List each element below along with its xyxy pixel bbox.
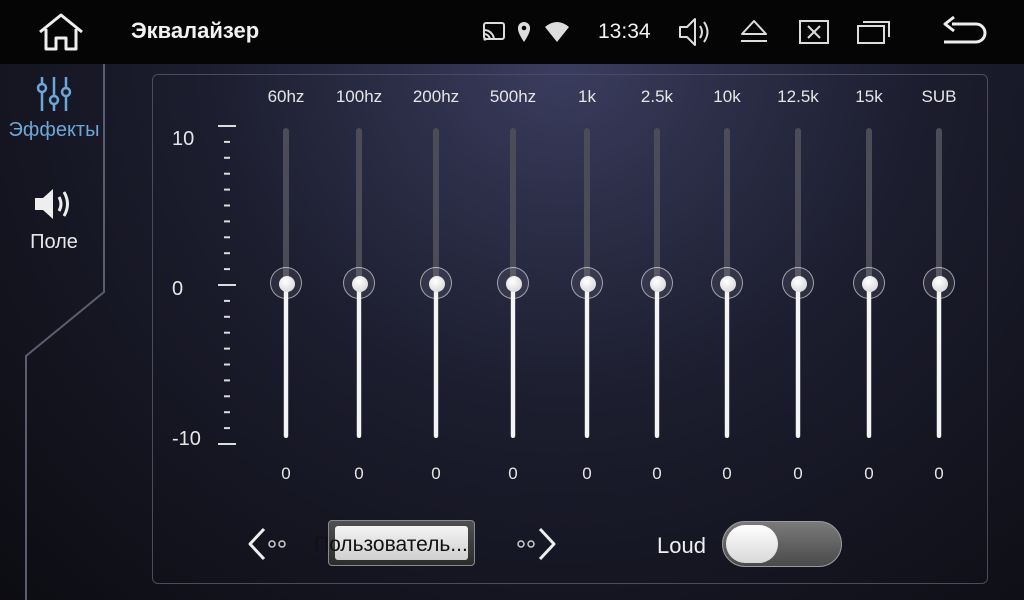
band-label: 60hz <box>267 87 305 106</box>
home-icon[interactable] <box>36 12 86 52</box>
preset-label: Пользователь... <box>314 533 468 556</box>
recent-apps-icon[interactable] <box>855 14 893 50</box>
band-slider-handle[interactable] <box>270 267 302 299</box>
band-value: 0 <box>582 464 592 483</box>
band-label: 12.5k <box>777 87 819 106</box>
band-slider-knob <box>506 276 522 292</box>
band-slider-fill <box>357 283 361 438</box>
band-value: 0 <box>793 464 803 483</box>
band-slider-fill <box>725 283 729 438</box>
band-slider-knob <box>862 276 878 292</box>
volume-icon[interactable] <box>676 14 714 50</box>
back-icon[interactable] <box>940 14 988 50</box>
scale-ticks <box>218 125 236 445</box>
band-slider-fill <box>655 283 659 438</box>
band-slider-handle[interactable] <box>711 267 743 299</box>
band-slider-knob <box>580 276 596 292</box>
equalizer-panel <box>152 74 988 584</box>
status-bar: Эквалайзер 13:34 <box>0 0 1024 64</box>
scale-min-label: -10 <box>172 428 201 450</box>
band-slider-handle[interactable] <box>571 267 603 299</box>
sidebar-item-label: Поле <box>30 231 78 253</box>
band-slider-fill <box>434 283 438 438</box>
sidebar-item-label: Эффекты <box>8 119 100 141</box>
band-slider-handle[interactable] <box>497 267 529 299</box>
band-label: 1k <box>578 87 596 106</box>
band-label: 10k <box>713 87 741 106</box>
wifi-icon <box>545 22 569 42</box>
sliders-icon <box>36 77 72 111</box>
next-preset-button[interactable] <box>512 524 560 564</box>
cast-icon <box>483 22 505 41</box>
sidebar-divider <box>25 64 105 600</box>
speaker-icon <box>35 189 69 219</box>
band-slider-fill <box>937 283 941 438</box>
band-slider-fill <box>511 283 515 438</box>
band-value: 0 <box>722 464 732 483</box>
scale-max-label: 10 <box>172 128 195 150</box>
band-value: 0 <box>354 464 364 483</box>
band-slider-knob <box>650 276 666 292</box>
band-value: 0 <box>431 464 441 483</box>
band-slider-knob <box>279 276 295 292</box>
band-slider-knob <box>932 276 948 292</box>
band-value: 0 <box>652 464 662 483</box>
band-slider-handle[interactable] <box>343 267 375 299</box>
band-value: 0 <box>864 464 874 483</box>
loud-label: Loud <box>657 533 706 558</box>
band-label: 500hz <box>489 87 537 106</box>
band-slider-fill <box>796 283 800 438</box>
band-slider-handle[interactable] <box>641 267 673 299</box>
band-slider-knob <box>720 276 736 292</box>
scale-mid-label: 0 <box>172 278 184 300</box>
band-slider-knob <box>429 276 445 292</box>
sidebar-item-effects[interactable]: Эффекты <box>0 74 108 142</box>
band-label: 200hz <box>412 87 460 106</box>
band-value: 0 <box>281 464 291 483</box>
band-slider-handle[interactable] <box>782 267 814 299</box>
band-label: 2.5k <box>640 87 674 106</box>
band-slider-fill <box>585 283 589 438</box>
band-value: 0 <box>508 464 518 483</box>
close-window-icon[interactable] <box>797 14 831 50</box>
page-title: Эквалайзер <box>131 18 260 43</box>
prev-preset-button[interactable] <box>244 524 292 564</box>
band-slider-handle[interactable] <box>853 267 885 299</box>
sidebar-item-field[interactable]: Поле <box>0 182 108 254</box>
band-label: 100hz <box>335 87 383 106</box>
band-value: 0 <box>934 464 944 483</box>
band-slider-knob <box>791 276 807 292</box>
band-slider-handle[interactable] <box>420 267 452 299</box>
loud-toggle[interactable] <box>722 521 842 567</box>
loud-toggle-knob <box>726 525 778 563</box>
clock: 13:34 <box>598 20 651 43</box>
band-label: 15k <box>855 87 883 106</box>
band-slider-handle[interactable] <box>923 267 955 299</box>
band-slider-knob <box>352 276 368 292</box>
band-label: SUB <box>921 87 957 106</box>
eject-icon[interactable] <box>738 14 770 50</box>
band-slider-fill <box>867 283 871 438</box>
band-slider-fill <box>284 283 288 438</box>
location-icon <box>518 22 530 42</box>
